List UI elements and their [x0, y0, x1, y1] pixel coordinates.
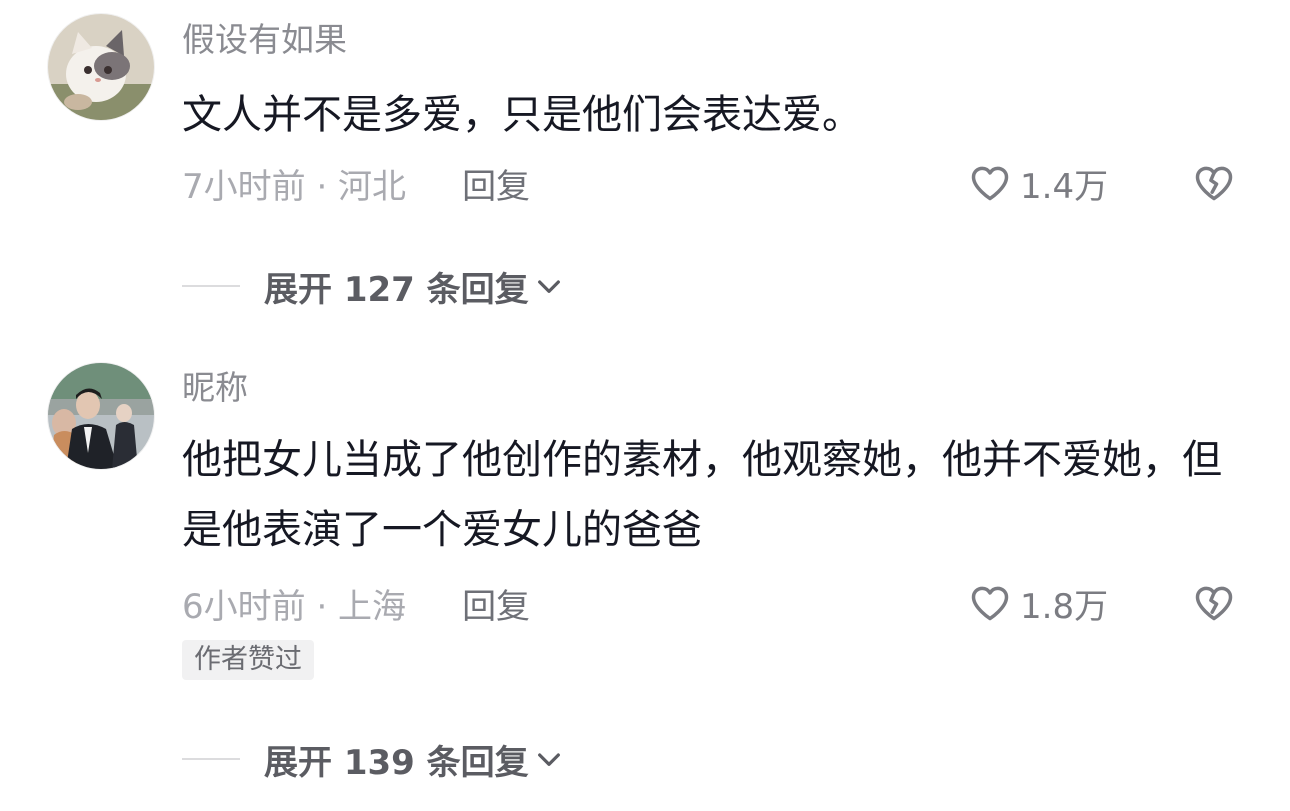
time-location: 6小时前 · 上海 — [182, 586, 407, 627]
heart-outline-icon — [971, 166, 1009, 201]
time-location: 7小时前 · 河北 — [182, 166, 407, 207]
username[interactable]: 假设有如果 — [182, 18, 347, 62]
comment-text: 文人并不是多爱，只是他们会表达爱。 — [182, 92, 862, 138]
broken-heart-icon — [1195, 586, 1233, 621]
comment-meta: 6小时前 · 上海 回复 — [182, 579, 530, 627]
avatar[interactable] — [48, 363, 154, 469]
dislike-button[interactable] — [1190, 159, 1238, 207]
divider-line — [182, 758, 240, 760]
expand-replies-label: 展开 139 条回复 — [264, 742, 529, 783]
broken-heart-icon — [1195, 166, 1233, 201]
like-count: 1.8万 — [1020, 586, 1109, 627]
like-button[interactable]: 1.8万 — [968, 579, 1108, 627]
dislike-button[interactable] — [1190, 579, 1238, 627]
expand-replies-row: 展开 139 条回复 — [182, 735, 565, 784]
expand-replies-row: 展开 127 条回复 — [182, 262, 565, 311]
expand-replies-label: 展开 127 条回复 — [264, 269, 529, 310]
like-count: 1.4万 — [1020, 166, 1109, 207]
author-liked-badge: 作者赞过 — [182, 640, 314, 680]
avatar[interactable] — [48, 14, 154, 120]
like-button[interactable]: 1.4万 — [968, 159, 1108, 207]
expand-replies-button[interactable]: 展开 127 条回复 — [264, 262, 565, 311]
username[interactable]: 昵称 — [182, 366, 248, 410]
divider-line — [182, 285, 240, 287]
comment-meta: 7小时前 · 河北 回复 — [182, 159, 530, 207]
chevron-down-icon — [533, 270, 565, 302]
person-photo-avatar-icon — [48, 363, 154, 469]
comment-text: 他把女儿当成了他创作的素材，他观察她，他并不爱她，但是他表演了一个爱女儿的爸爸 — [182, 437, 1222, 553]
heart-outline-icon — [971, 586, 1009, 621]
reply-button[interactable]: 回复 — [462, 579, 530, 628]
expand-replies-button[interactable]: 展开 139 条回复 — [264, 735, 565, 784]
chevron-down-icon — [533, 743, 565, 775]
reply-button[interactable]: 回复 — [462, 159, 530, 208]
cat-avatar-icon — [48, 14, 154, 120]
